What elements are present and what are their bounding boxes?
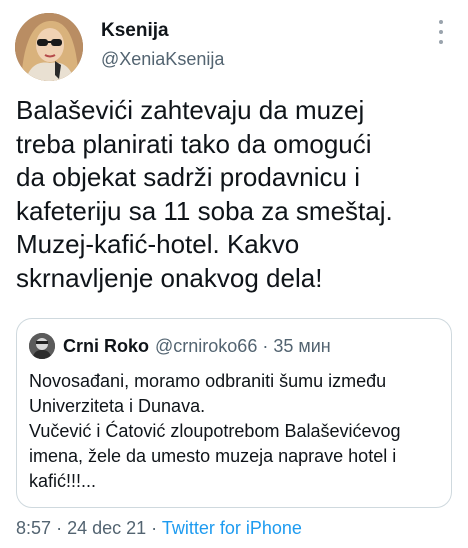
tweet-time[interactable]: 8:57: [16, 518, 51, 538]
quoted-header: Crni Roko @crniroko66 · 35 мин: [63, 333, 331, 359]
dot: [439, 40, 443, 44]
quoted-text: Novosađani, moramo odbraniti šumu između…: [29, 371, 401, 491]
tweet-meta: 8:57 · 24 dec 21 · Twitter for iPhone: [16, 518, 302, 539]
avatar-photo: [15, 13, 83, 81]
author-avatar[interactable]: [15, 13, 83, 81]
quoted-separator: ·: [262, 335, 269, 356]
dot: [439, 20, 443, 24]
quoted-tweet[interactable]: Crni Roko @crniroko66 · 35 мин Novosađan…: [16, 318, 452, 508]
quoted-time: 35 мин: [273, 335, 331, 356]
quoted-display-name: Crni Roko: [63, 335, 150, 356]
quoted-author-avatar: [29, 333, 55, 359]
tweet-text: Balaševići zahtevaju da muzej treba plan…: [16, 95, 393, 293]
author-display-name[interactable]: Ksenija: [101, 20, 169, 42]
meta-separator: ·: [56, 518, 63, 538]
author-handle[interactable]: @XeniaKsenija: [101, 49, 224, 70]
dot: [439, 30, 443, 34]
more-vertical-icon[interactable]: [434, 20, 448, 44]
quoted-avatar-photo: [29, 333, 55, 359]
quoted-handle: @crniroko66: [155, 335, 258, 356]
tweet-card: Ksenija @XeniaKsenija Balaševići zahteva…: [0, 0, 468, 548]
meta-separator: ·: [151, 518, 158, 538]
tweet-source-link[interactable]: Twitter for iPhone: [162, 518, 302, 538]
tweet-date[interactable]: 24 dec 21: [67, 518, 146, 538]
